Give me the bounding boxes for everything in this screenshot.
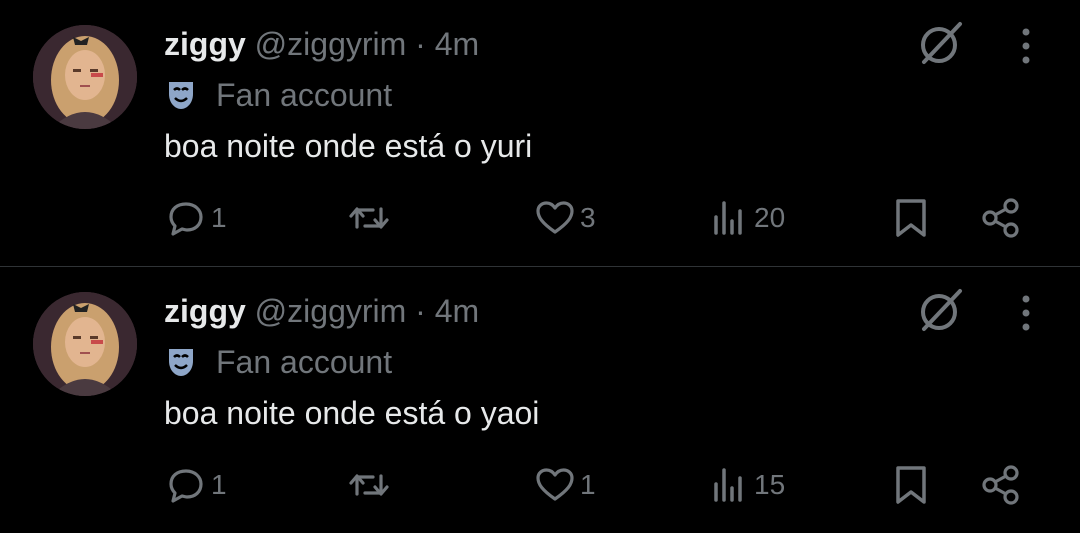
tweet[interactable]: ziggy @ziggyrim · 4m Fan account boa noi… <box>0 0 1080 266</box>
separator-dot: · <box>415 293 426 329</box>
tweet-actions: 1 1 15 <box>0 460 1080 510</box>
avatar-photo <box>33 25 137 129</box>
views-button[interactable]: 20 <box>708 193 785 243</box>
reply-count: 1 <box>211 469 227 500</box>
like-count: 1 <box>580 469 596 500</box>
share-nodes-icon <box>982 198 1019 238</box>
theater-mask-icon <box>164 78 198 112</box>
bookmark-button[interactable] <box>890 460 932 510</box>
avatar[interactable] <box>33 25 137 129</box>
speech-bubble-icon <box>169 202 203 236</box>
bookmark-icon <box>896 466 926 504</box>
avatar[interactable] <box>33 292 137 396</box>
user-handle[interactable]: @ziggyrim <box>255 293 407 329</box>
tweet-text: boa noite onde está o yaoi <box>164 395 540 431</box>
bookmark-icon <box>896 199 926 237</box>
bookmark-button[interactable] <box>890 193 932 243</box>
like-count: 3 <box>580 202 596 233</box>
account-label: Fan account <box>164 342 392 382</box>
separator-dot: · <box>415 26 426 62</box>
views-button[interactable]: 15 <box>708 460 785 510</box>
tweet-header: ziggy @ziggyrim · 4m <box>164 24 479 64</box>
tweet-header: ziggy @ziggyrim · 4m <box>164 291 479 331</box>
grok-slash-circle-icon[interactable] <box>914 16 968 70</box>
bar-chart-icon <box>714 468 742 502</box>
timestamp[interactable]: 4m <box>435 293 479 329</box>
vertical-dots-icon[interactable] <box>1008 291 1044 335</box>
avatar-photo <box>33 292 137 396</box>
user-handle[interactable]: @ziggyrim <box>255 26 407 62</box>
view-count: 15 <box>754 469 786 500</box>
like-button[interactable]: 1 <box>534 460 596 510</box>
tweet[interactable]: ziggy @ziggyrim · 4m Fan account boa noi… <box>0 267 1080 533</box>
heart-icon <box>536 201 574 234</box>
account-label-text: Fan account <box>216 344 393 380</box>
reply-button[interactable]: 1 <box>165 193 227 243</box>
grok-slash-circle-icon[interactable] <box>914 283 968 337</box>
reply-count: 1 <box>211 202 227 233</box>
reply-button[interactable]: 1 <box>165 460 227 510</box>
like-button[interactable]: 3 <box>534 193 596 243</box>
speech-bubble-icon <box>169 469 203 503</box>
share-nodes-icon <box>982 465 1019 505</box>
timeline: ziggy @ziggyrim · 4m Fan account boa noi… <box>0 0 1080 533</box>
share-button[interactable] <box>980 193 1022 243</box>
timestamp[interactable]: 4m <box>435 26 479 62</box>
retweet-button[interactable] <box>348 460 394 510</box>
theater-mask-icon <box>164 345 198 379</box>
bar-chart-icon <box>714 201 742 235</box>
retweet-arrows-icon <box>349 207 389 229</box>
share-button[interactable] <box>980 460 1022 510</box>
account-label-text: Fan account <box>216 77 393 113</box>
retweet-button[interactable] <box>348 193 394 243</box>
heart-icon <box>536 468 574 501</box>
tweet-actions: 1 3 20 <box>0 193 1080 243</box>
tweet-text: boa noite onde está o yuri <box>164 128 533 164</box>
vertical-dots-icon[interactable] <box>1008 24 1044 68</box>
account-label: Fan account <box>164 75 392 115</box>
display-name[interactable]: ziggy <box>164 293 246 329</box>
view-count: 20 <box>754 202 786 233</box>
retweet-arrows-icon <box>349 474 389 496</box>
display-name[interactable]: ziggy <box>164 26 246 62</box>
